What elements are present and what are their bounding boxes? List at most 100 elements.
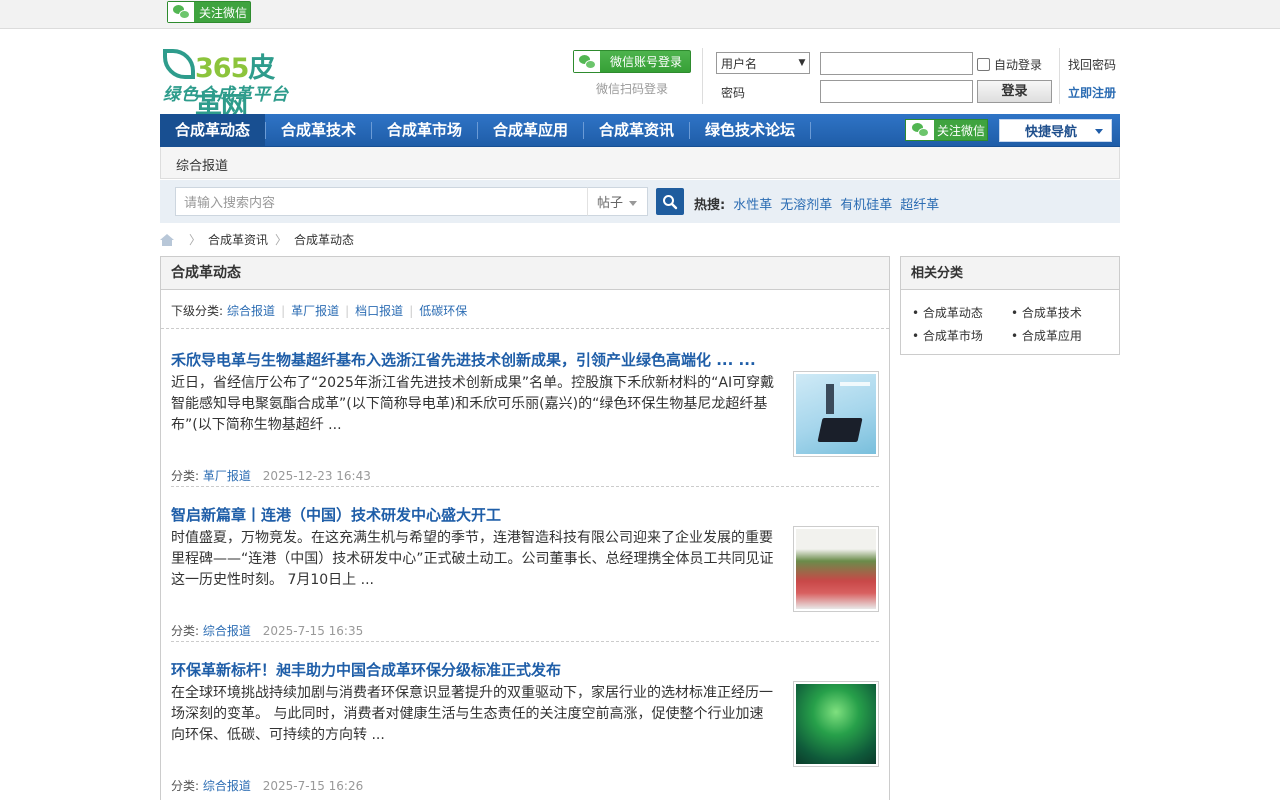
post-meta: 分类: 综合报道 2025-7-15 16:35 <box>171 622 363 639</box>
site-logo[interactable]: 365皮革网 绿色合成革平台 <box>163 46 293 123</box>
search-placeholder: 请输入搜索内容 <box>184 196 276 211</box>
chevron-right-icon: 〉 <box>275 233 288 247</box>
divider <box>1059 48 1060 104</box>
hot-search: 热搜: 水性革 无溶剂革 有机硅革 超纤革 <box>694 194 939 213</box>
nav-follow-wechat-button[interactable]: 关注微信 <box>905 119 988 141</box>
post-category-link[interactable]: 综合报道 <box>203 624 251 638</box>
chevron-down-icon <box>1095 129 1103 134</box>
list-item: 环保革新标杆！昶丰助力中国合成革环保分级标准正式发布 在全球环境挑战持续加剧与消… <box>171 659 879 793</box>
breadcrumb: 〉 合成革资讯 〉 合成革动态 <box>160 231 354 248</box>
hot-search-label: 热搜: <box>694 198 726 213</box>
password-label: 密码 <box>721 86 746 100</box>
top-bar: 关注微信 <box>0 0 1280 29</box>
subcat-link[interactable]: 革厂报道 <box>291 302 339 319</box>
quick-nav-label: 快捷导航 <box>1025 125 1078 140</box>
nav-follow-wechat-label: 关注微信 <box>937 123 986 138</box>
related-categories-panel: 相关分类 合成革动态 合成革技术 合成革市场 合成革应用 <box>900 256 1120 355</box>
login-type-select[interactable]: 用户名 ▼ <box>716 52 810 74</box>
post-date: 2025-7-15 16:35 <box>262 624 364 638</box>
post-category-link[interactable]: 革厂报道 <box>203 469 251 483</box>
login-button[interactable]: 登录 <box>977 80 1052 103</box>
nav-item-market[interactable]: 合成革市场 <box>372 114 477 147</box>
search-type-select[interactable]: 帖子 <box>587 187 648 216</box>
follow-wechat-button[interactable]: 关注微信 <box>167 1 251 23</box>
related-category-list: 合成革动态 合成革技术 合成革市场 合成革应用 <box>912 304 1112 344</box>
search-type-value: 帖子 <box>597 196 624 211</box>
auto-login-checkbox[interactable]: 自动登录 <box>977 56 1042 73</box>
wechat-login-label: 微信账号登录 <box>610 55 683 69</box>
hot-term-link[interactable]: 超纤革 <box>900 194 939 213</box>
sidebar-title: 相关分类 <box>901 257 1119 290</box>
sub-nav: 综合报道 <box>160 147 1120 179</box>
hot-term-link[interactable]: 无溶剂革 <box>780 194 832 213</box>
search-bar: 请输入搜索内容 帖子 热搜: 水性革 无溶剂革 有机硅革 超纤革 <box>160 180 1120 223</box>
post-summary: 近日，省经信厅公布了“2025年浙江省先进技术创新成果”名单。控股旗下禾欣新材料… <box>171 375 775 433</box>
nav-item-technology[interactable]: 合成革技术 <box>266 114 371 147</box>
hot-term-link[interactable]: 水性革 <box>733 194 772 213</box>
category-label: 分类: <box>171 469 200 483</box>
wechat-login-button[interactable]: 微信账号登录 <box>573 50 691 73</box>
divider <box>161 328 889 329</box>
post-thumbnail[interactable] <box>793 681 879 767</box>
main-nav: 合成革动态 合成革技术 合成革市场 合成革应用 合成革资讯 绿色技术论坛 关注微… <box>160 114 1120 147</box>
subcat-link[interactable]: 低碳环保 <box>419 302 467 319</box>
password-input[interactable] <box>820 80 973 103</box>
breadcrumb-item[interactable]: 合成革动态 <box>294 231 354 248</box>
subcat-link[interactable]: 综合报道 <box>227 302 275 319</box>
post-summary: 在全球环境挑战持续加剧与消费者环保意识显著提升的双重驱动下，家居行业的选材标准正… <box>171 685 773 743</box>
wechat-icon <box>574 51 600 72</box>
chevron-down-icon <box>629 201 637 206</box>
related-category-link[interactable]: 合成革市场 <box>912 327 1011 344</box>
nav-item-news[interactable]: 合成革资讯 <box>584 114 689 147</box>
username-input[interactable] <box>820 52 973 75</box>
post-title[interactable]: 禾欣导电革与生物基超纤基布入选浙江省先进技术创新成果，引领产业绿色高端化 ...… <box>171 349 879 370</box>
category-label: 分类: <box>171 779 200 793</box>
chevron-right-icon: 〉 <box>189 233 202 247</box>
nav-item-dynamics[interactable]: 合成革动态 <box>160 114 265 147</box>
home-icon[interactable] <box>160 233 174 246</box>
divider <box>702 48 703 104</box>
nav-item-forum[interactable]: 绿色技术论坛 <box>690 114 810 147</box>
post-meta: 分类: 革厂报道 2025-12-23 16:43 <box>171 467 371 484</box>
post-thumbnail[interactable] <box>793 371 879 457</box>
related-category-link[interactable]: 合成革动态 <box>912 304 1011 321</box>
nav-item-application[interactable]: 合成革应用 <box>478 114 583 147</box>
logo-slogan: 绿色合成革平台 <box>163 85 289 105</box>
post-category-link[interactable]: 综合报道 <box>203 779 251 793</box>
checkbox-icon[interactable] <box>977 58 990 71</box>
subcat-link[interactable]: 档口报道 <box>355 302 403 319</box>
panel-title: 合成革动态 <box>161 257 889 290</box>
related-category-link[interactable]: 合成革技术 <box>1011 304 1110 321</box>
follow-wechat-label: 关注微信 <box>199 5 248 20</box>
post-thumbnail[interactable] <box>793 526 879 612</box>
wechat-icon <box>906 120 934 140</box>
post-date: 2025-7-15 16:26 <box>262 779 364 793</box>
post-summary: 时值盛夏，万物竞发。在这充满生机与希望的季节，连港智造科技有限公司迎来了企业发展… <box>171 530 774 588</box>
sub-categories: 下级分类: 综合报道 | 革厂报道 | 档口报道 | 低碳环保 <box>171 302 468 319</box>
post-title[interactable]: 环保革新标杆！昶丰助力中国合成革环保分级标准正式发布 <box>171 659 879 680</box>
subnav-item-general[interactable]: 综合报道 <box>176 155 228 174</box>
login-type-value: 用户名 <box>721 56 758 71</box>
register-link[interactable]: 立即注册 <box>1068 84 1116 101</box>
breadcrumb-item[interactable]: 合成革资讯 <box>208 231 268 248</box>
search-button[interactable] <box>656 188 684 215</box>
find-password-link[interactable]: 找回密码 <box>1068 56 1116 73</box>
post-date: 2025-12-23 16:43 <box>262 469 371 483</box>
post-meta: 分类: 综合报道 2025-7-15 16:26 <box>171 777 363 794</box>
auto-login-label: 自动登录 <box>994 58 1043 72</box>
quick-nav-dropdown[interactable]: 快捷导航 <box>999 119 1112 142</box>
list-item: 禾欣导电革与生物基超纤基布入选浙江省先进技术创新成果，引领产业绿色高端化 ...… <box>171 349 879 487</box>
wechat-scan-login-link[interactable]: 微信扫码登录 <box>596 80 668 97</box>
search-input[interactable]: 请输入搜索内容 <box>175 187 588 216</box>
hot-term-link[interactable]: 有机硅革 <box>840 194 892 213</box>
search-icon <box>663 194 678 209</box>
wechat-icon <box>168 2 194 22</box>
list-item: 智启新篇章丨连港（中国）技术研发中心盛大开工 时值盛夏，万物竞发。在这充满生机与… <box>171 504 879 642</box>
subcats-label: 下级分类: <box>171 304 224 318</box>
category-label: 分类: <box>171 624 200 638</box>
article-list-panel: 合成革动态 下级分类: 综合报道 | 革厂报道 | 档口报道 | 低碳环保 禾欣… <box>160 256 890 800</box>
related-category-link[interactable]: 合成革应用 <box>1011 327 1110 344</box>
chevron-down-icon: ▼ <box>798 58 806 68</box>
post-title[interactable]: 智启新篇章丨连港（中国）技术研发中心盛大开工 <box>171 504 879 525</box>
leaf-icon <box>163 49 195 79</box>
